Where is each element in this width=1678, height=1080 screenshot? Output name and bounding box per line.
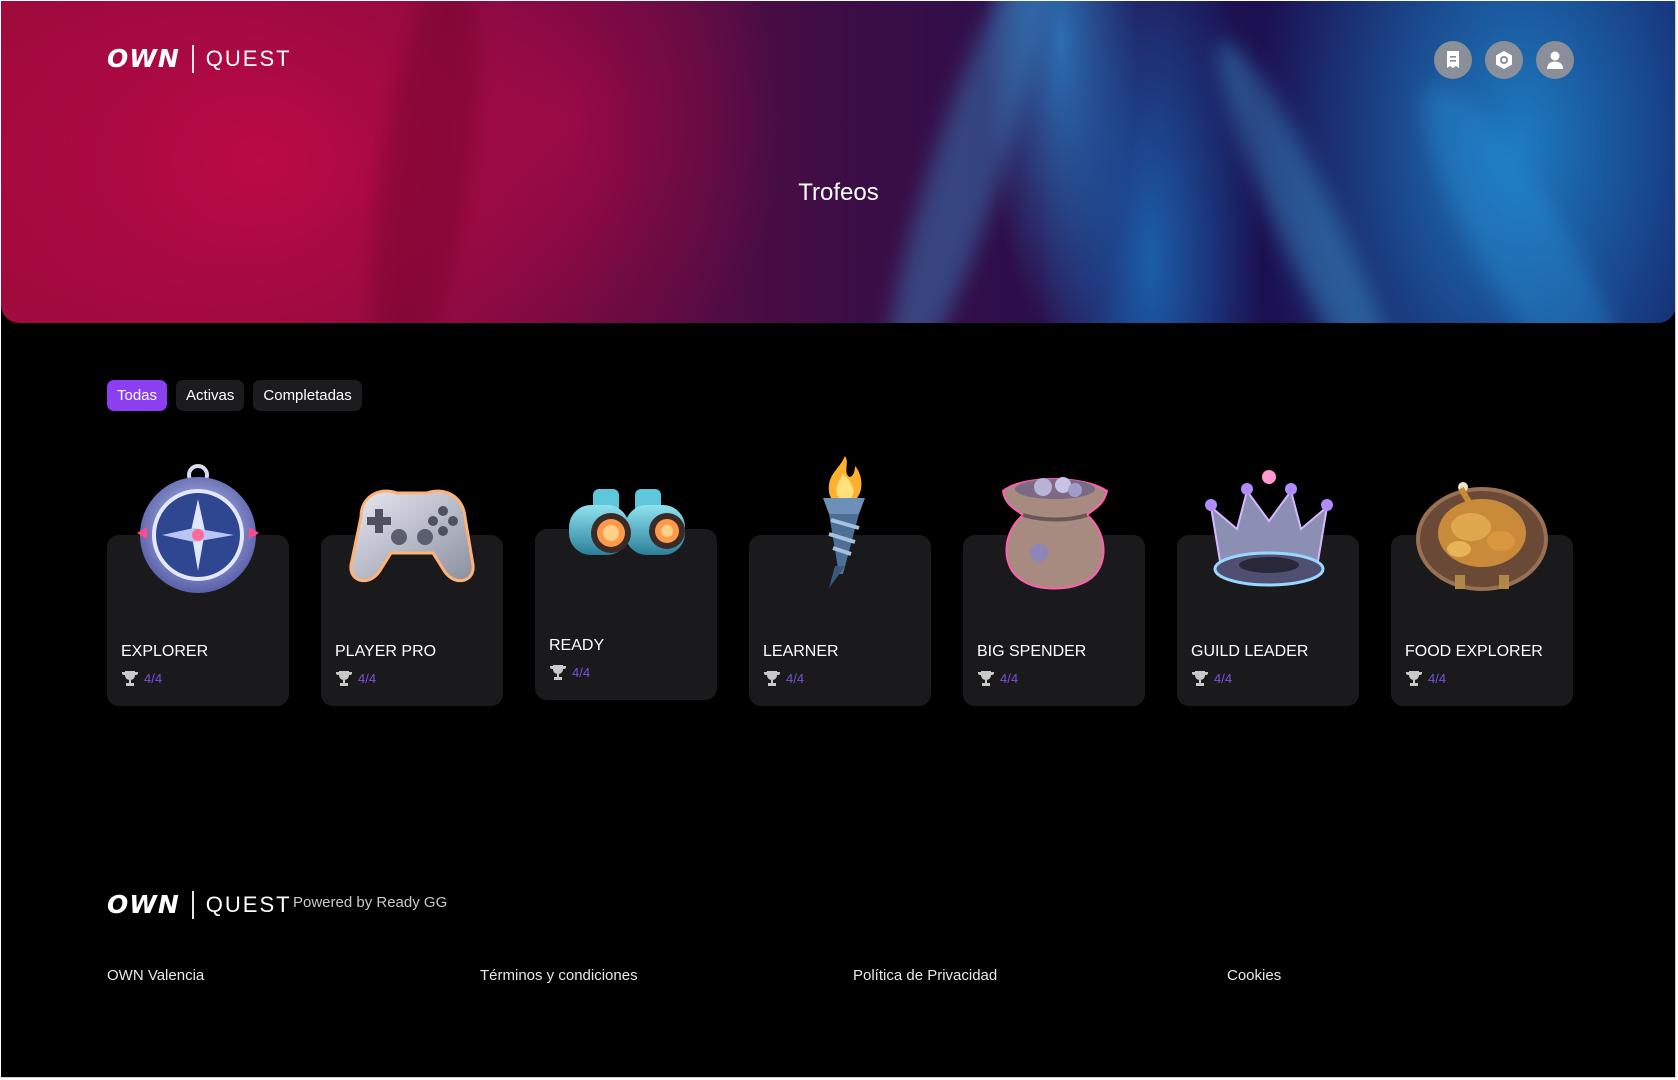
trophy-card-learner[interactable]: LEARNER 4/4 [749, 456, 931, 706]
hero-banner: OWN QUEST Trofeos [1, 1, 1675, 323]
tab-completadas[interactable]: Completadas [253, 380, 362, 411]
trophy-progress: 4/4 [335, 670, 376, 687]
brand-own: OWN [107, 44, 180, 73]
brand-quest: QUEST [205, 45, 292, 71]
brand-divider [191, 890, 194, 919]
tab-activas[interactable]: Activas [176, 380, 245, 411]
trophy-icon [977, 671, 995, 686]
trophy-icon [121, 671, 139, 686]
trophy-card-guild-leader[interactable]: GUILD LEADER 4/4 [1177, 470, 1359, 706]
trophy-progress: 4/4 [977, 670, 1018, 687]
trophy-count: 4/4 [1000, 671, 1019, 686]
trophy-name: FOOD EXPLORER [1405, 643, 1543, 660]
trophy-progress: 4/4 [1191, 670, 1232, 687]
trophy-name: READY [549, 637, 605, 654]
trophy-icon [1191, 671, 1209, 686]
trophy-count: 4/4 [1214, 671, 1233, 686]
gamepad-icon [349, 489, 475, 582]
trophy-name: BIG SPENDER [977, 643, 1087, 660]
footer-logo[interactable]: OWN QUEST [107, 890, 292, 919]
crown-icon [1205, 470, 1333, 587]
trophy-icon [549, 665, 567, 680]
torch-icon [823, 456, 865, 588]
receipt-icon [1447, 51, 1459, 68]
tab-todas[interactable]: Todas [107, 380, 168, 411]
trophy-card-big-spender[interactable]: BIG SPENDER 4/4 [963, 477, 1145, 706]
trophy-count: 4/4 [358, 671, 377, 686]
footer-link-own-valencia[interactable]: OWN Valencia [107, 967, 204, 984]
profile-button[interactable] [1536, 41, 1574, 79]
coins-button[interactable] [1485, 41, 1523, 79]
binoculars-icon [569, 489, 685, 555]
trophy-progress: 4/4 [121, 670, 162, 687]
app-frame: OWN QUEST Trofeos Todas Activas Completa… [1, 1, 1676, 1078]
trophy-name: EXPLORER [121, 643, 209, 660]
trophy-name: LEARNER [763, 643, 839, 660]
trophy-count: 4/4 [572, 665, 591, 680]
trophy-progress: 4/4 [549, 664, 590, 681]
roast-chicken-icon [1416, 482, 1548, 591]
trophy-count: 4/4 [786, 671, 805, 686]
brand-logo[interactable]: OWN QUEST [107, 44, 292, 73]
brand-divider [191, 44, 194, 73]
trophy-card-explorer[interactable]: EXPLORER 4/4 [107, 464, 289, 706]
footer-link-cookies[interactable]: Cookies [1227, 967, 1281, 984]
trophy-icon [1405, 671, 1423, 686]
trophy-card-ready[interactable]: READY 4/4 [535, 489, 717, 700]
receipt-button[interactable] [1434, 41, 1472, 79]
money-bag-icon [1001, 477, 1109, 590]
trophy-icon [763, 671, 781, 686]
trophy-card-player-pro[interactable]: PLAYER PRO 4/4 [321, 489, 503, 706]
coin-icon [1496, 51, 1512, 69]
trophy-count: 4/4 [144, 671, 163, 686]
trophy-name: PLAYER PRO [335, 643, 437, 660]
user-icon [1547, 51, 1563, 69]
footer-link-privacy[interactable]: Política de Privacidad [853, 967, 997, 984]
trophy-count: 4/4 [1428, 671, 1447, 686]
brand-quest: QUEST [205, 891, 292, 917]
powered-by: Powered by Ready GG [293, 894, 448, 911]
filter-tabs: Todas Activas Completadas [107, 380, 362, 411]
page-title: Trofeos [798, 179, 879, 206]
trophy-icon [335, 671, 353, 686]
trophy-progress: 4/4 [1405, 670, 1446, 687]
trophy-name: GUILD LEADER [1191, 643, 1309, 660]
compass-icon [137, 464, 259, 593]
footer-link-terms[interactable]: Términos y condiciones [480, 967, 638, 984]
trophy-progress: 4/4 [763, 670, 804, 687]
trophy-card-food-explorer[interactable]: FOOD EXPLORER 4/4 [1391, 482, 1573, 706]
brand-own: OWN [107, 890, 180, 919]
